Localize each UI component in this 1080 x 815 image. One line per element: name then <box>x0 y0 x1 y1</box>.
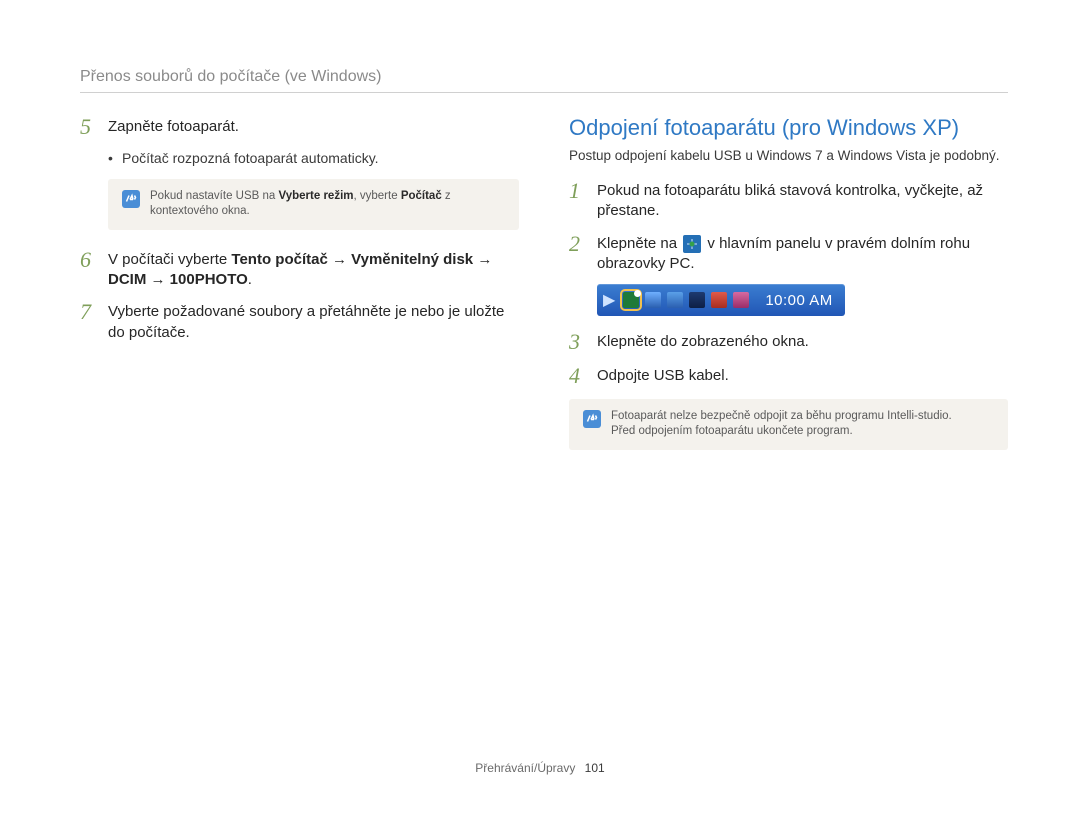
taskbar-clock: 10:00 AM <box>765 292 832 309</box>
step-3: 3 Klepněte do zobrazeného okna. <box>569 330 1008 354</box>
safely-remove-inline-icon <box>683 235 701 253</box>
taskbar-tray-icon <box>645 292 661 308</box>
taskbar-tray-icon <box>667 292 683 308</box>
step-text: Odpojte USB kabel. <box>597 364 729 386</box>
step-number: 3 <box>569 330 597 354</box>
step-6: 6 V počítači vyberte Tento počítač → Vym… <box>80 248 519 291</box>
taskbar-safely-remove-icon <box>623 292 639 308</box>
right-column: Odpojení fotoaparátu (pro Windows XP) Po… <box>569 115 1008 468</box>
step-number: 7 <box>80 300 108 324</box>
note-icon <box>122 190 140 208</box>
page-number: 101 <box>585 761 605 775</box>
note-text: Pokud nastavíte USB na Vyberte režim, vy… <box>150 189 505 220</box>
page-footer: Přehrávání/Úpravy 101 <box>0 761 1080 775</box>
footer-section: Přehrávání/Úpravy <box>475 761 575 775</box>
step-4: 4 Odpojte USB kabel. <box>569 364 1008 388</box>
taskbar-volume-icon <box>711 292 727 308</box>
section-intro: Postup odpojení kabelu USB u Windows 7 a… <box>569 147 1008 165</box>
step-number: 2 <box>569 232 597 256</box>
page-header: Přenos souborů do počítače (ve Windows) <box>80 68 1008 93</box>
step-number: 4 <box>569 364 597 388</box>
note-text: Fotoaparát nelze bezpečně odpojit za běh… <box>611 409 952 440</box>
taskbar-chevron-icon: ▶ <box>603 290 617 310</box>
step-text: Klepněte do zobrazeného okna. <box>597 330 809 352</box>
step-7: 7 Vyberte požadované soubory a přetáhnět… <box>80 300 519 343</box>
step-text: Pokud na fotoaparátu bliká stavová kontr… <box>597 179 1008 222</box>
taskbar-tray-icon <box>689 292 705 308</box>
section-heading: Odpojení fotoaparátu (pro Windows XP) <box>569 115 1008 141</box>
step-text: Zapněte fotoaparát. <box>108 115 239 137</box>
step-text: V počítači vyberte Tento počítač → Vyměn… <box>108 248 519 291</box>
bullet-item: Počítač rozpozná fotoaparát automaticky. <box>108 149 519 169</box>
step-number: 6 <box>80 248 108 272</box>
step-number: 1 <box>569 179 597 203</box>
note-box-intelli-studio: Fotoaparát nelze bezpečně odpojit za běh… <box>569 399 1008 450</box>
step-number: 5 <box>80 115 108 139</box>
note-box-usb-mode: Pokud nastavíte USB na Vyberte režim, vy… <box>108 179 519 230</box>
note-icon <box>583 410 601 428</box>
step-text: Vyberte požadované soubory a přetáhněte … <box>108 300 519 343</box>
taskbar-tray-icon <box>733 292 749 308</box>
left-column: 5 Zapněte fotoaparát. Počítač rozpozná f… <box>80 115 519 468</box>
step-2: 2 Klepněte na v hlavním panelu v pravém … <box>569 232 1008 275</box>
step-text: Klepněte na v hlavním panelu v pravém do… <box>597 232 1008 275</box>
step-1: 1 Pokud na fotoaparátu bliká stavová kon… <box>569 179 1008 222</box>
step-5: 5 Zapněte fotoaparát. <box>80 115 519 139</box>
taskbar-screenshot: ▶ 10:00 AM <box>597 284 1008 316</box>
step-5-bullets: Počítač rozpozná fotoaparát automaticky. <box>108 149 519 169</box>
